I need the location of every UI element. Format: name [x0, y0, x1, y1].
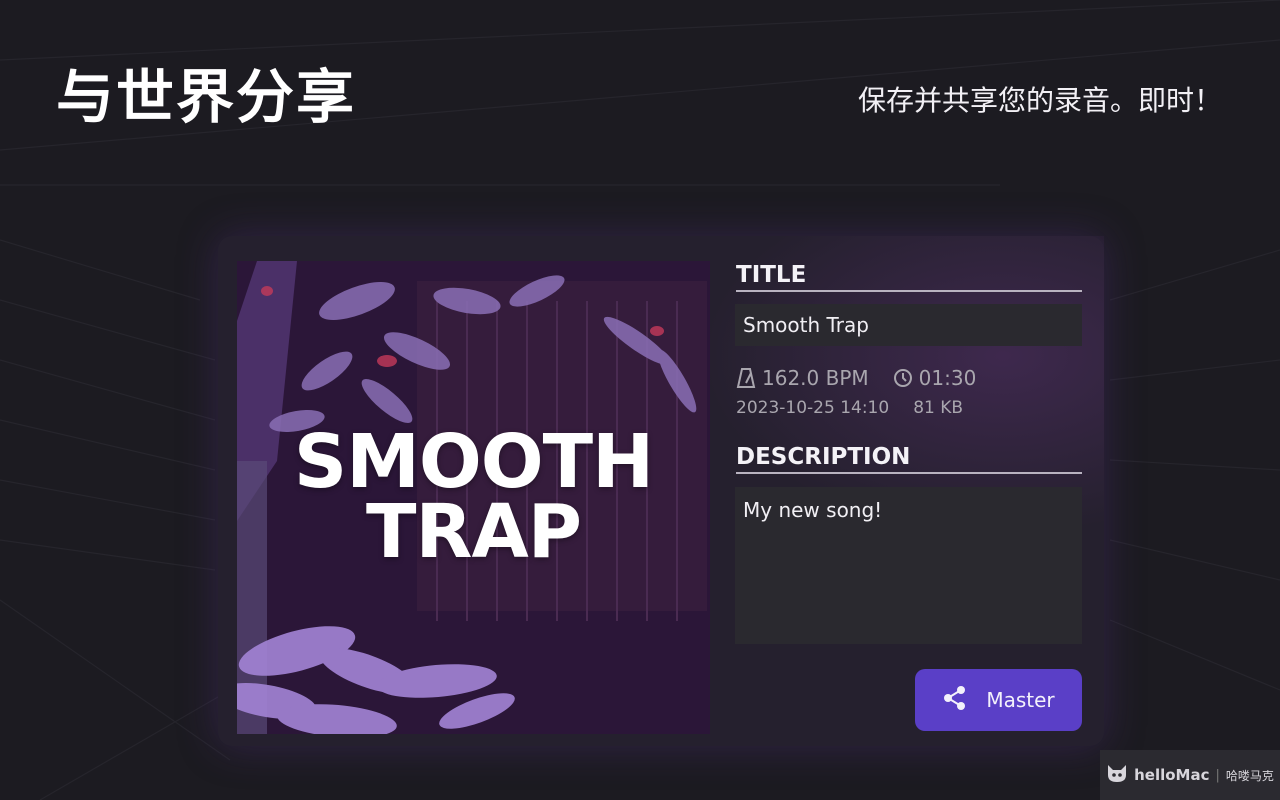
bpm-value: 162.0 BPM: [762, 366, 869, 390]
watermark-separator: |: [1215, 767, 1220, 783]
cat-logo-icon: [1106, 763, 1128, 787]
watermark: helloMac | 哈喽马克: [1100, 750, 1280, 800]
cover-title: SMOOTH TRAP: [237, 419, 710, 575]
master-button[interactable]: Master: [915, 669, 1082, 731]
share-icon: [942, 685, 968, 716]
clock-icon: [893, 368, 913, 388]
description-label: DESCRIPTION: [736, 444, 1082, 474]
title-label: TITLE: [736, 262, 1082, 292]
watermark-cn: 哈喽马克: [1225, 768, 1274, 783]
cover-title-line2: TRAP: [366, 489, 582, 575]
cover-art: SMOOTH TRAP: [237, 261, 710, 734]
recording-stats: 162.0 BPM 01:30: [736, 366, 1000, 390]
duration-stat: 01:30: [893, 366, 977, 390]
page-headline: 与世界分享: [56, 63, 357, 131]
description-input[interactable]: My new song!: [735, 487, 1082, 644]
recording-info: 2023-10-25 14:10 81 KB: [736, 398, 987, 418]
bpm-stat: 162.0 BPM: [736, 366, 869, 390]
master-button-label: Master: [986, 688, 1055, 712]
metronome-icon: [736, 367, 756, 389]
page-tagline: 保存并共享您的录音。即时！: [857, 84, 1222, 117]
recording-date: 2023-10-25 14:10: [736, 398, 890, 418]
title-input[interactable]: [735, 304, 1082, 346]
watermark-brand: helloMac: [1134, 766, 1210, 784]
cover-title-line1: SMOOTH: [293, 419, 654, 505]
duration-value: 01:30: [918, 366, 977, 390]
file-size: 81 KB: [913, 398, 964, 418]
